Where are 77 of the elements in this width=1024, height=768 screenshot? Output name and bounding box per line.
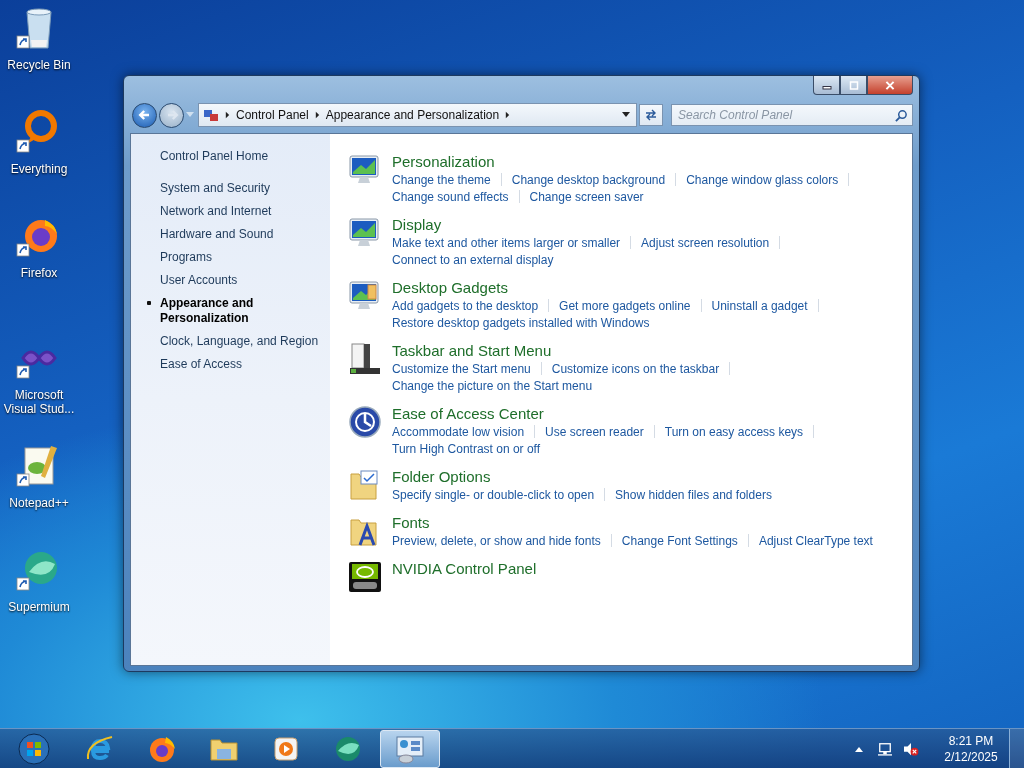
task-link[interactable]: Preview, delete, or show and hide fonts <box>392 533 601 548</box>
close-icon <box>884 80 896 90</box>
task-link[interactable]: Change screen saver <box>529 189 644 204</box>
network-icon[interactable] <box>877 741 893 756</box>
eye-logo-icon <box>348 560 382 594</box>
search-icon[interactable] <box>895 109 908 122</box>
control-panel-icon <box>203 108 219 122</box>
refresh-arrows-icon <box>643 108 659 122</box>
refresh-button[interactable] <box>639 104 663 126</box>
search-field[interactable]: Search Control Panel <box>671 104 913 126</box>
sidebar-item[interactable]: User Accounts <box>160 273 325 288</box>
forward-button[interactable] <box>159 102 184 128</box>
desktop-shortcut[interactable]: Everything <box>0 108 78 186</box>
category-title-link[interactable]: Taskbar and Start Menu <box>392 342 741 360</box>
desktop-shortcut[interactable]: Firefox <box>0 212 78 290</box>
task-link[interactable]: Turn on easy access keys <box>664 424 804 439</box>
task-link[interactable]: Change the picture on the Start menu <box>392 378 593 393</box>
chevron-icon[interactable] <box>314 111 320 119</box>
chevron-icon[interactable] <box>225 111 230 119</box>
category-title-link[interactable]: Display <box>392 216 791 234</box>
task-link[interactable]: Change desktop background <box>511 172 666 187</box>
close-button[interactable] <box>867 76 913 95</box>
task-link[interactable]: Change the theme <box>392 172 491 187</box>
minimize-button[interactable] <box>813 76 840 95</box>
sidebar-item[interactable]: Ease of Access <box>160 357 325 372</box>
desktop-shortcut[interactable]: Recycle Bin <box>0 4 78 82</box>
maximize-button[interactable] <box>840 76 867 95</box>
task-link[interactable]: Show hidden files and folders <box>615 487 772 502</box>
task-link[interactable]: Get more gadgets online <box>559 298 691 313</box>
task-link[interactable]: Add gadgets to the desktop <box>392 298 539 313</box>
sidebar-item[interactable]: Clock, Language, and Region <box>160 334 325 349</box>
chevron-icon[interactable] <box>505 111 511 119</box>
desktop-shortcut[interactable]: Supermium <box>0 546 78 624</box>
back-button[interactable] <box>132 102 157 128</box>
task-link[interactable]: Adjust ClearType text <box>758 533 873 548</box>
clock[interactable]: 8:21 PM 2/12/2025 <box>939 732 1003 765</box>
breadcrumb[interactable]: Appearance and Personalization <box>325 108 500 122</box>
sidebar-item[interactable]: Programs <box>160 250 325 265</box>
show-hidden-icons-arrow-icon[interactable] <box>855 745 863 752</box>
task-link[interactable]: Adjust screen resolution <box>641 235 770 250</box>
category-title-link[interactable]: Desktop Gadgets <box>392 279 829 297</box>
accessibility-icon <box>348 405 382 439</box>
category-title-link[interactable]: Ease of Access Center <box>392 405 825 423</box>
sidebar-item[interactable]: Network and Internet <box>160 204 325 219</box>
sidebar-item[interactable]: System and Security <box>160 181 325 196</box>
task-link[interactable]: Turn High Contrast on or off <box>392 441 541 456</box>
sidebar-link[interactable]: Control Panel Home <box>160 149 330 163</box>
maximize-icon <box>847 80 860 90</box>
task-link[interactable]: Specify single- or double-click to open <box>392 487 595 502</box>
sidebar-item[interactable]: Hardware and Sound <box>160 227 325 242</box>
task-link[interactable]: Change Font Settings <box>621 533 738 548</box>
clock-time: 8:21 PM <box>948 732 994 749</box>
breadcrumb[interactable]: Control Panel <box>236 108 309 122</box>
task-link[interactable]: Use screen reader <box>545 424 644 439</box>
task-link[interactable]: Connect to an external display <box>392 252 554 267</box>
category-title-link[interactable]: Folder Options <box>392 468 772 486</box>
category-title-link[interactable]: NVIDIA Control Panel <box>392 560 537 578</box>
category-title-link[interactable]: Personalization <box>392 153 860 171</box>
task-link[interactable]: Change sound effects <box>392 189 509 204</box>
task-link[interactable]: Accommodate low vision <box>392 424 525 439</box>
taskbar-icon <box>348 342 382 376</box>
show-desktop-button[interactable] <box>1009 728 1024 768</box>
dropdown-caret-icon[interactable] <box>622 112 630 118</box>
task-link[interactable]: Customize the Start menu <box>392 361 531 376</box>
muted-speaker-icon[interactable] <box>903 741 919 756</box>
category-title-link[interactable]: Fonts <box>392 514 873 532</box>
start-orb-icon <box>18 732 50 765</box>
desktop-shortcut[interactable]: Microsoft Visual Stud... <box>0 334 78 416</box>
task-link[interactable]: Uninstall a gadget <box>711 298 808 313</box>
task-link[interactable]: Customize icons on the taskbar <box>551 361 720 376</box>
desktop-shortcut[interactable]: Notepad++ <box>0 442 78 520</box>
task-link[interactable]: Change window glass colors <box>686 172 839 187</box>
task-link[interactable]: Restore desktop gadgets installed with Windows <box>392 315 650 330</box>
task-link[interactable]: Make text and other items larger or smaller <box>392 235 621 250</box>
taskbar-button[interactable] <box>380 729 440 768</box>
clock-date: 2/12/2025 <box>944 748 998 765</box>
address-bar[interactable]: Control Panel Appearance and Personalization <box>198 103 637 127</box>
